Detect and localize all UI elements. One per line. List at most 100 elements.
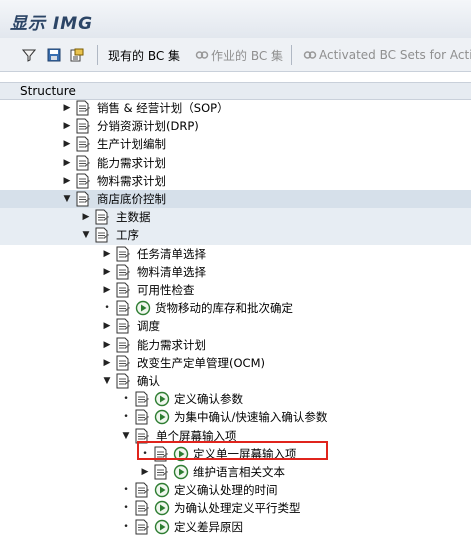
documentation-icon[interactable]: [115, 300, 131, 316]
execute-clock-icon[interactable]: [154, 482, 170, 498]
documentation-icon[interactable]: [115, 318, 131, 334]
documentation-icon[interactable]: [75, 100, 91, 116]
leaf-dot-icon: •: [123, 521, 129, 532]
execute-clock-icon[interactable]: [154, 409, 170, 425]
documentation-icon[interactable]: [115, 355, 131, 371]
triangle-right-icon[interactable]: ▶: [62, 154, 72, 172]
tree-node[interactable]: ▶ 改变生产定单管理(OCM): [0, 354, 471, 372]
tree-node-label: 为集中确认/快速输入确认参数: [174, 410, 328, 425]
execute-clock-icon[interactable]: [135, 300, 151, 316]
tree-node-label: 生产计划编制: [97, 137, 166, 152]
tree-node[interactable]: ▼ 工序: [0, 226, 471, 244]
leaf-dot-icon: •: [123, 412, 129, 423]
tree-node[interactable]: ▶ 可用性检查: [0, 281, 471, 299]
tree-node[interactable]: ▶ 任务清单选择: [0, 245, 471, 263]
documentation-icon[interactable]: [134, 391, 150, 407]
tree-node[interactable]: ▶ 主数据: [0, 208, 471, 226]
title-bar: 显示 IMG: [0, 0, 471, 38]
tree-node-label: 能力需求计划: [97, 155, 166, 170]
triangle-right-icon[interactable]: ▶: [62, 172, 72, 190]
tree-node-label: 货物移动的库存和批次确定: [155, 301, 293, 316]
triangle-right-icon[interactable]: ▶: [62, 135, 72, 153]
triangle-down-icon[interactable]: ▼: [102, 372, 112, 390]
documentation-icon[interactable]: [115, 264, 131, 280]
triangle-right-icon[interactable]: ▶: [102, 281, 112, 299]
triangle-down-icon[interactable]: ▼: [62, 190, 72, 208]
activated-bc-sets-button[interactable]: Activated BC Sets for Activi: [303, 46, 471, 64]
triangle-right-icon[interactable]: ▶: [102, 354, 112, 372]
tree-node-label: 物料需求计划: [97, 173, 166, 188]
documentation-icon[interactable]: [115, 282, 131, 298]
tree-node[interactable]: ▶ 调度: [0, 317, 471, 335]
tree-node[interactable]: • 定义确认处理的时间: [0, 481, 471, 499]
tree-node-label: 定义确认参数: [174, 392, 243, 407]
tree-node-label: 为确认处理定义平行类型: [174, 501, 301, 516]
tree-node[interactable]: ▶ 物料清单选择: [0, 263, 471, 281]
triangle-right-icon[interactable]: ▶: [62, 99, 72, 117]
tree-node[interactable]: ▶ 物料需求计划: [0, 172, 471, 190]
triangle-right-icon[interactable]: ▶: [102, 245, 112, 263]
tree-node-label: 主数据: [116, 210, 151, 225]
tree-node-label: 分销资源计划(DRP): [97, 119, 199, 134]
tree-node[interactable]: ▶ 分销资源计划(DRP): [0, 117, 471, 135]
bc-set-icon-button[interactable]: [70, 46, 84, 64]
triangle-right-icon[interactable]: ▶: [102, 317, 112, 335]
leaf-dot-icon: •: [123, 394, 129, 405]
tree-node[interactable]: • 为集中确认/快速输入确认参数: [0, 408, 471, 426]
toolbar: 现有的 BC 集 作业的 BC 集 Activated BC Sets for …: [0, 38, 471, 72]
triangle-right-icon[interactable]: ▶: [140, 463, 150, 481]
tree-node[interactable]: ▶ 维护语言相关文本: [0, 463, 471, 481]
documentation-icon[interactable]: [75, 155, 91, 171]
tree-node[interactable]: • 定义确认参数: [0, 390, 471, 408]
execute-clock-icon[interactable]: [154, 391, 170, 407]
documentation-icon[interactable]: [115, 246, 131, 262]
filter-button[interactable]: [22, 46, 36, 64]
documentation-icon[interactable]: [115, 373, 131, 389]
documentation-icon[interactable]: [94, 209, 110, 225]
triangle-down-icon[interactable]: ▼: [81, 226, 91, 244]
leaf-dot-icon: •: [104, 303, 110, 314]
highlight-box: [137, 441, 328, 460]
save-button[interactable]: [47, 46, 61, 64]
tree-node[interactable]: • 货物移动的库存和批次确定: [0, 299, 471, 317]
links-icon: [303, 51, 317, 59]
execute-clock-icon[interactable]: [154, 519, 170, 535]
execute-clock-icon[interactable]: [154, 500, 170, 516]
toolbar-separator: [97, 45, 98, 65]
toolbar-separator: [291, 45, 292, 65]
documentation-icon[interactable]: [134, 519, 150, 535]
filter-icon: [22, 49, 36, 62]
tree-node[interactable]: ▶ 生产计划编制: [0, 135, 471, 153]
documentation-icon[interactable]: [75, 191, 91, 207]
tree-node[interactable]: ▼ 确认: [0, 372, 471, 390]
bc-set-activity-label: 作业的 BC 集: [211, 48, 284, 63]
triangle-down-icon[interactable]: ▼: [121, 427, 131, 445]
tree-node[interactable]: • 为确认处理定义平行类型: [0, 499, 471, 517]
bc-set-activity-button[interactable]: 作业的 BC 集: [195, 46, 283, 64]
triangle-right-icon[interactable]: ▶: [81, 208, 91, 226]
tree-node-label: 任务清单选择: [137, 246, 206, 261]
triangle-right-icon[interactable]: ▶: [102, 263, 112, 281]
documentation-icon[interactable]: [134, 482, 150, 498]
execute-clock-icon[interactable]: [173, 464, 189, 480]
documentation-icon[interactable]: [134, 409, 150, 425]
current-bc-set-button[interactable]: 现有的 BC 集: [108, 46, 180, 64]
triangle-right-icon[interactable]: ▶: [62, 117, 72, 135]
tree-node-label: 能力需求计划: [137, 337, 206, 352]
tree-node[interactable]: ▶ 能力需求计划: [0, 154, 471, 172]
tree-node[interactable]: ▶ 销售 & 经营计划（SOP）: [0, 99, 471, 117]
structure-header-label: Structure: [20, 84, 76, 98]
tree-node[interactable]: ▼ 商店底价控制: [0, 190, 471, 208]
tree-node-label: 可用性检查: [137, 283, 195, 297]
triangle-right-icon[interactable]: ▶: [102, 336, 112, 354]
leaf-dot-icon: •: [123, 503, 129, 514]
documentation-icon[interactable]: [134, 500, 150, 516]
documentation-icon[interactable]: [153, 464, 169, 480]
tree-node[interactable]: • 定义差异原因: [0, 518, 471, 536]
documentation-icon[interactable]: [115, 337, 131, 353]
documentation-icon[interactable]: [94, 227, 110, 243]
documentation-icon[interactable]: [75, 118, 91, 134]
tree-node[interactable]: ▶ 能力需求计划: [0, 336, 471, 354]
documentation-icon[interactable]: [75, 173, 91, 189]
documentation-icon[interactable]: [75, 136, 91, 152]
